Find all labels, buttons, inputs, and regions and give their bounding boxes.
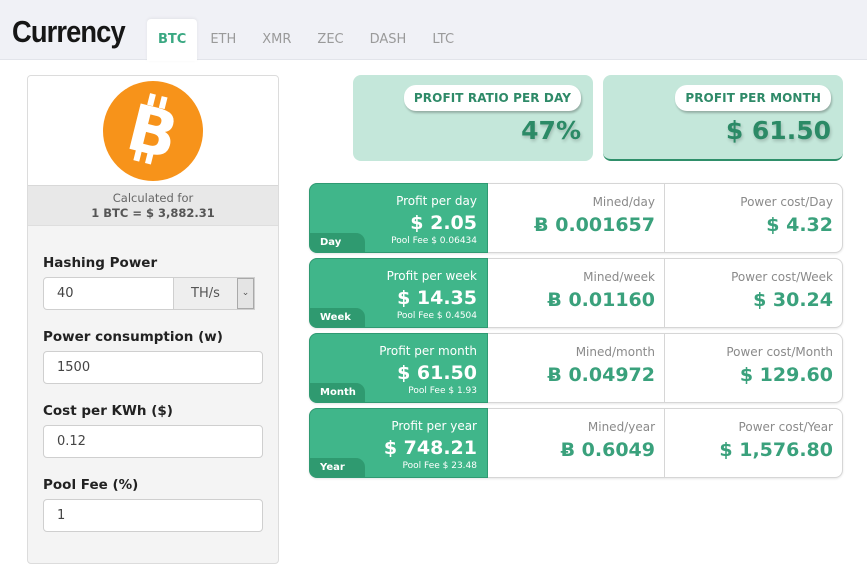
- pool-fee-label: Pool Fee (%): [43, 477, 139, 493]
- mined-value: Ƀ 0.04972: [547, 364, 655, 386]
- bitcoin-logo-icon: B: [103, 81, 203, 181]
- tab-eth[interactable]: ETH: [197, 19, 249, 60]
- mined-label: Mined/day: [592, 195, 655, 209]
- profit-cell: Profit per month $ 61.50 Pool Fee $ 1.93…: [309, 333, 488, 403]
- header: Currency BTC ETH XMR ZEC DASH LTC: [0, 0, 867, 61]
- profit-label: Profit per day: [396, 194, 477, 208]
- hashing-power-input[interactable]: 40: [43, 277, 174, 310]
- exchange-rate-box: Calculated for 1 BTC = $ 3,882.31: [28, 186, 278, 226]
- profit-month-label: PROFIT PER MONTH: [675, 85, 831, 111]
- mined-value: Ƀ 0.001657: [534, 214, 655, 236]
- profit-label: Profit per year: [391, 419, 477, 433]
- result-row-month: Profit per month $ 61.50 Pool Fee $ 1.93…: [309, 333, 843, 403]
- period-tag: Year: [310, 458, 365, 477]
- profit-cell: Profit per day $ 2.05 Pool Fee $ 0.06434…: [309, 183, 488, 253]
- tab-dash[interactable]: DASH: [357, 19, 420, 60]
- power-cost-value: $ 4.32: [766, 214, 833, 236]
- pool-fee-value: Pool Fee $ 1.93: [408, 386, 477, 396]
- profit-ratio-label: PROFIT RATIO PER DAY: [403, 85, 581, 111]
- profit-value: $ 61.50: [397, 362, 477, 384]
- tab-btc[interactable]: BTC: [147, 19, 198, 61]
- hashing-power-label: Hashing Power: [43, 255, 158, 271]
- mined-label: Mined/year: [587, 420, 655, 434]
- result-row-year: Profit per year $ 748.21 Pool Fee $ 23.4…: [309, 408, 843, 478]
- period-tag: Month: [310, 383, 365, 402]
- result-row-day: Profit per day $ 2.05 Pool Fee $ 0.06434…: [309, 183, 843, 253]
- calculator-panel: B Calculated for 1 BTC = $ 3,882.31 Hash…: [27, 75, 279, 564]
- pool-fee-value: Pool Fee $ 0.4504: [396, 311, 477, 321]
- power-cost-cell: Power cost/Week $ 30.24: [665, 259, 842, 327]
- profit-label: Profit per month: [379, 344, 477, 358]
- pool-fee-input[interactable]: 1: [43, 499, 263, 532]
- currency-tabs: BTC ETH XMR ZEC DASH LTC: [147, 19, 467, 61]
- power-cost-value: $ 129.60: [739, 364, 833, 386]
- profit-ratio-value: 47%: [521, 116, 581, 145]
- calculated-for-label: Calculated for: [112, 191, 194, 205]
- power-cost-label: Power cost/Month: [726, 345, 833, 359]
- power-cost-label: Power cost/Week: [731, 270, 833, 284]
- coin-logo-area: B: [28, 76, 278, 186]
- profit-ratio-card: PROFIT RATIO PER DAY 47%: [353, 75, 593, 161]
- result-row-week: Profit per week $ 14.35 Pool Fee $ 0.450…: [309, 258, 843, 328]
- hashing-unit-value: TH/s: [191, 286, 220, 301]
- power-cost-cell: Power cost/Year $ 1,576.80: [665, 409, 842, 477]
- period-tag: Day: [310, 233, 365, 252]
- period-tag: Week: [310, 308, 365, 327]
- power-cost-cell: Power cost/Month $ 129.60: [665, 334, 842, 402]
- pool-fee-value: Pool Fee $ 23.48: [402, 461, 477, 471]
- profit-value: $ 2.05: [410, 212, 477, 234]
- tab-ltc[interactable]: LTC: [419, 19, 467, 60]
- mined-cell: Mined/day Ƀ 0.001657: [488, 184, 665, 252]
- profit-value: $ 14.35: [397, 287, 477, 309]
- pool-fee-value: Pool Fee $ 0.06434: [391, 236, 477, 246]
- profit-label: Profit per week: [386, 269, 477, 283]
- mined-label: Mined/week: [583, 270, 655, 284]
- chevron-down-icon[interactable]: ⌄: [237, 278, 254, 309]
- mined-label: Mined/month: [575, 345, 655, 359]
- profit-cell: Profit per week $ 14.35 Pool Fee $ 0.450…: [309, 258, 488, 328]
- profit-month-value: $ 61.50: [725, 116, 831, 145]
- power-cost-value: $ 30.24: [753, 289, 833, 311]
- power-consumption-label: Power consumption (w): [43, 329, 223, 345]
- power-cost-label: Power cost/Day: [740, 195, 833, 209]
- power-cost-label: Power cost/Year: [738, 420, 833, 434]
- mined-value: Ƀ 0.01160: [547, 289, 655, 311]
- exchange-rate: 1 BTC = $ 3,882.31: [91, 206, 215, 220]
- profit-cell: Profit per year $ 748.21 Pool Fee $ 23.4…: [309, 408, 488, 478]
- tab-xmr[interactable]: XMR: [249, 19, 304, 60]
- power-cost-cell: Power cost/Day $ 4.32: [665, 184, 842, 252]
- mined-value: Ƀ 0.6049: [560, 439, 655, 461]
- page-title: Currency: [12, 14, 126, 49]
- mined-cell: Mined/month Ƀ 0.04972: [488, 334, 665, 402]
- cost-per-kwh-input[interactable]: 0.12: [43, 425, 263, 458]
- power-cost-value: $ 1,576.80: [719, 439, 833, 461]
- tab-zec[interactable]: ZEC: [304, 19, 356, 60]
- mined-cell: Mined/year Ƀ 0.6049: [488, 409, 665, 477]
- power-consumption-input[interactable]: 1500: [43, 351, 263, 384]
- profit-month-card: PROFIT PER MONTH $ 61.50: [603, 75, 843, 161]
- profit-value: $ 748.21: [383, 437, 477, 459]
- cost-per-kwh-label: Cost per KWh ($): [43, 403, 173, 419]
- mined-cell: Mined/week Ƀ 0.01160: [488, 259, 665, 327]
